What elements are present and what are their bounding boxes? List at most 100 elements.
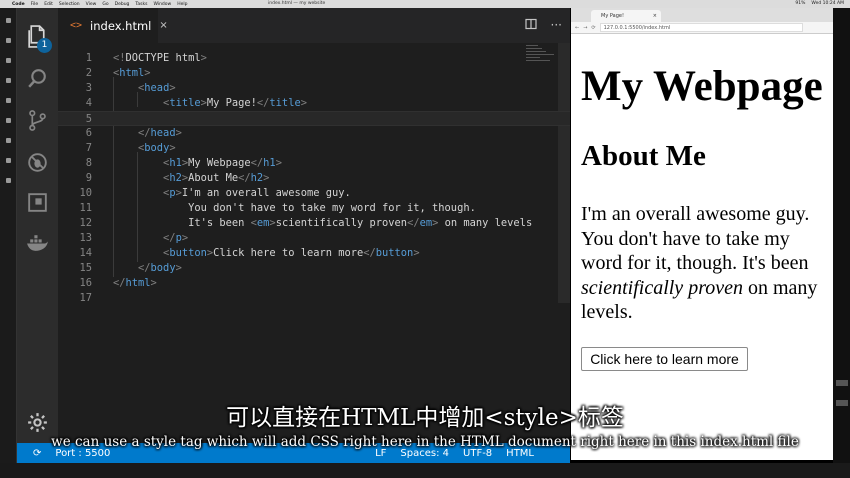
code-line[interactable]: 6 </head> <box>58 126 570 141</box>
dock-icon[interactable] <box>6 38 11 43</box>
code-text: <!DOCTYPE html> <box>113 52 207 64</box>
line-number: 6 <box>85 127 92 139</box>
code-text: <body> <box>138 142 176 154</box>
dock-icon[interactable] <box>6 118 11 123</box>
line-number: 8 <box>85 157 92 169</box>
page-subheading: About Me <box>581 140 706 172</box>
close-tab-icon[interactable]: × <box>159 20 167 31</box>
source-control-icon[interactable] <box>25 108 50 133</box>
code-line[interactable]: 3 <head> <box>58 81 570 96</box>
menu-item[interactable]: Help <box>177 2 187 7</box>
code-text: <p>I'm an overall awesome guy. <box>163 187 351 199</box>
code-text: </html> <box>113 277 157 289</box>
code-line[interactable]: 12 It's been <em>scientifically proven</… <box>58 216 570 231</box>
line-number: 3 <box>85 82 92 94</box>
code-line[interactable]: 14 <button>Click here to learn more</but… <box>58 246 570 261</box>
code-text: </p> <box>163 232 189 244</box>
code-line[interactable]: 1 <!DOCTYPE html> <box>58 51 570 66</box>
menu-item[interactable]: File <box>31 2 39 7</box>
tab-index-html[interactable]: <> index.html × <box>58 8 168 43</box>
reload-icon[interactable]: ⟳ <box>591 25 595 31</box>
code-text: <h2>About Me</h2> <box>163 172 270 184</box>
line-number: 16 <box>79 277 92 289</box>
code-line[interactable]: 10 <p>I'm an overall awesome guy. <box>58 186 570 201</box>
extensions-icon[interactable] <box>25 190 50 215</box>
subtitle-chinese: 可以直接在HTML中增加<style>标签 <box>226 405 624 431</box>
paragraph-text: I'm an overall awesome guy. You don't ha… <box>581 203 810 274</box>
code-line[interactable]: 8 <h1>My Webpage</h1> <box>58 156 570 171</box>
code-editor[interactable]: 1 <!DOCTYPE html> 2 <html> 3 <head> 4 <title>… <box>58 43 570 443</box>
line-number: 9 <box>85 172 92 184</box>
mac-menubar: Code File Edit Selection View Go Debug Tasks Win… <box>0 0 850 8</box>
clock: Wed 10:24 AM <box>811 1 844 6</box>
code-text: <title>My Page!</title> <box>163 97 307 109</box>
search-icon[interactable] <box>25 66 50 91</box>
line-number: 4 <box>85 97 92 109</box>
page-paragraph: I'm an overall awesome guy. You don't ha… <box>581 202 821 325</box>
dock-icon[interactable] <box>6 18 11 23</box>
html-file-icon: <> <box>70 20 83 31</box>
line-number: 10 <box>79 187 92 199</box>
dock-icon[interactable] <box>6 178 11 183</box>
code-text: You don't have to take my word for it, t… <box>113 202 476 214</box>
code-line[interactable]: 16 </html> <box>58 276 570 291</box>
code-line[interactable]: 2 <html> <box>58 66 570 81</box>
menu-item[interactable]: Debug <box>115 2 130 7</box>
line-number: 5 <box>85 113 92 125</box>
code-text: </head> <box>138 127 182 139</box>
line-number: 2 <box>85 67 92 79</box>
code-line[interactable]: 17 <box>58 291 570 306</box>
menu-list: Code File Edit Selection View Go Debug Tasks Win… <box>12 2 188 7</box>
docker-icon[interactable] <box>25 230 50 255</box>
editor-actions: ··· <box>524 18 562 33</box>
debug-icon[interactable] <box>25 150 50 175</box>
bottom-strip <box>0 463 850 478</box>
menubar-status: 91% Wed 10:24 AM <box>795 1 844 6</box>
code-line[interactable]: 15 </body> <box>58 261 570 276</box>
menu-item[interactable]: Edit <box>44 2 53 7</box>
code-text: </body> <box>138 262 182 274</box>
dock-icon[interactable] <box>6 98 11 103</box>
back-icon[interactable]: ← <box>575 25 579 31</box>
menu-item[interactable]: View <box>86 2 97 7</box>
code-text: <html> <box>113 67 151 79</box>
editor-tab-bar: <> index.html × ··· <box>58 8 570 43</box>
tab-label: index.html <box>90 18 152 33</box>
close-browser-tab-icon[interactable]: × <box>653 10 657 22</box>
more-actions-icon[interactable]: ··· <box>551 18 562 33</box>
browser-tab-title: My Page! <box>601 13 624 19</box>
line-number: 14 <box>79 247 92 259</box>
line-number: 1 <box>85 52 92 64</box>
dock-icon[interactable] <box>6 138 11 143</box>
code-line[interactable]: 7 <body> <box>58 141 570 156</box>
code-line[interactable]: 4 <title>My Page!</title> <box>58 96 570 111</box>
learn-more-button[interactable]: Click here to learn more <box>581 347 748 371</box>
browser-tab[interactable]: My Page! × <box>591 10 661 22</box>
dock-icon[interactable] <box>6 58 11 63</box>
code-line[interactable]: 5 <box>58 111 570 126</box>
code-line[interactable]: 13 </p> <box>58 231 570 246</box>
code-line[interactable]: 11 You don't have to take my word for it… <box>58 201 570 216</box>
dock-icon[interactable] <box>836 380 848 386</box>
code-text: <h1>My Webpage</h1> <box>163 157 282 169</box>
dock-icon[interactable] <box>6 78 11 83</box>
activity-bar: 1 <box>17 8 58 443</box>
forward-icon[interactable]: → <box>583 25 587 31</box>
code-text: <button>Click here to learn more</button… <box>163 247 420 259</box>
browser-window: My Page! × ← → ⟳ 127.0.0.1:5500/index.ht… <box>571 8 833 460</box>
url-field[interactable]: 127.0.0.1:5500/index.html <box>599 23 803 32</box>
menu-item[interactable]: Tasks <box>135 2 147 7</box>
code-text: It's been <em>scientifically proven</em>… <box>113 217 533 229</box>
menu-item[interactable]: Go <box>102 2 108 7</box>
address-bar: ← → ⟳ 127.0.0.1:5500/index.html <box>571 22 833 34</box>
line-number: 11 <box>79 202 92 214</box>
menu-item[interactable]: Window <box>153 2 171 7</box>
line-number: 12 <box>79 217 92 229</box>
split-editor-icon[interactable] <box>524 18 537 33</box>
line-number: 13 <box>79 232 92 244</box>
menu-item[interactable]: Code <box>12 2 25 7</box>
code-text: <head> <box>138 82 176 94</box>
menu-item[interactable]: Selection <box>59 2 80 7</box>
code-line[interactable]: 9 <h2>About Me</h2> <box>58 171 570 186</box>
dock-icon[interactable] <box>6 158 11 163</box>
